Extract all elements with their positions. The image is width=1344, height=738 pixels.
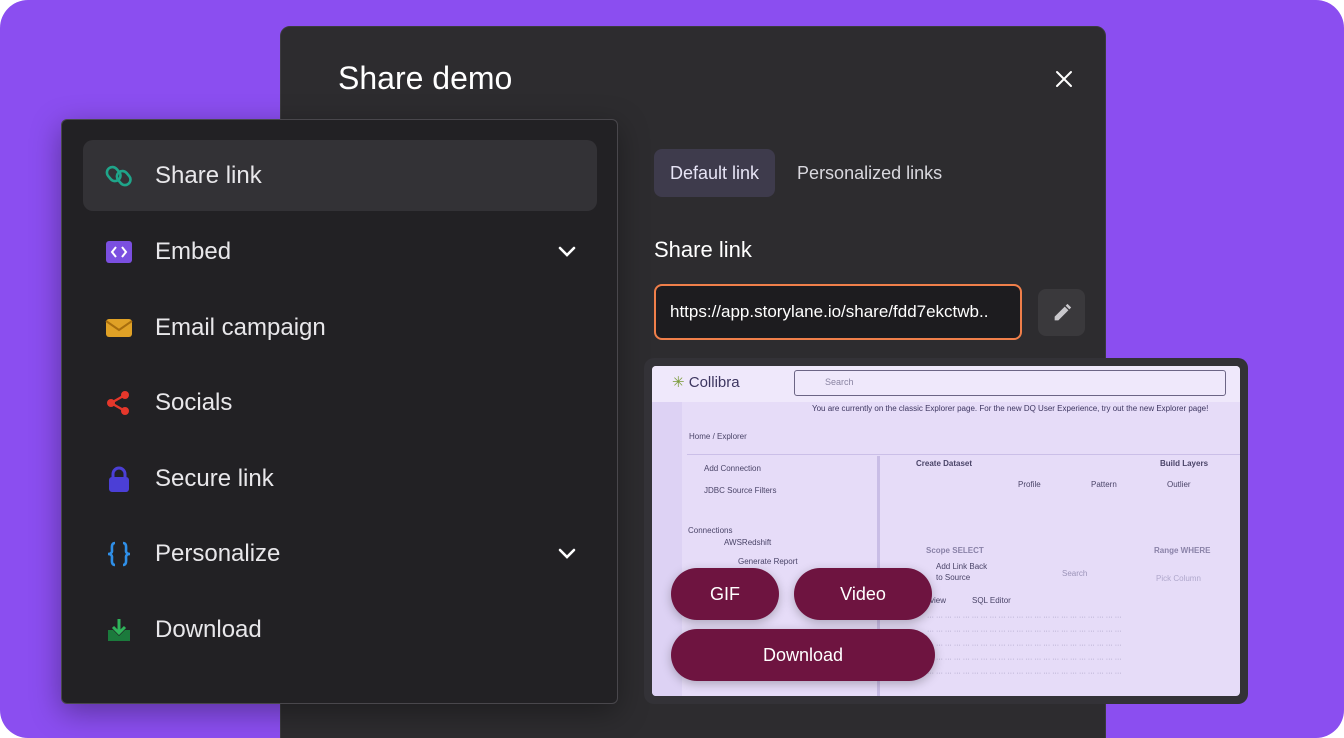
envelope-icon: [105, 314, 133, 342]
download-button[interactable]: Download: [671, 629, 935, 681]
curly-braces-icon: [105, 540, 133, 568]
tab-default-link[interactable]: Default link: [654, 149, 776, 197]
preview-add-link-back: Add Link Back: [936, 562, 988, 571]
edit-link-button[interactable]: [1038, 289, 1085, 336]
menu-item-label: Download: [155, 615, 262, 643]
menu-item-label: Email campaign: [155, 313, 326, 341]
chevron-down-icon[interactable]: [555, 542, 579, 566]
preview-breadcrumb: Home / Explorer: [689, 432, 747, 441]
preview-divider: [687, 454, 1240, 455]
menu-item-email-campaign[interactable]: Email campaign: [83, 292, 597, 363]
preview-table-ghost: ··· ··· ··· ··· ··· ··· ··· ··· ··· ··· …: [927, 642, 1122, 649]
preview-to-source: to Source: [936, 573, 971, 582]
menu-item-socials[interactable]: Socials: [83, 367, 597, 438]
preview-table-ghost: ··· ··· ··· ··· ··· ··· ··· ··· ··· ··· …: [927, 628, 1122, 635]
preview-pick-column: Pick Column: [1156, 574, 1201, 583]
preview-build-layers: Build Layers: [1160, 459, 1209, 468]
preview-create-dataset: Create Dataset: [916, 459, 973, 468]
preview-table-ghost: ··· ··· ··· ··· ··· ··· ··· ··· ··· ··· …: [927, 656, 1122, 663]
preview-connections: Connections: [688, 526, 733, 535]
preview-app-logo: ✳ Collibra: [672, 373, 740, 391]
preview-profile: Profile: [1018, 480, 1041, 489]
embed-code-icon: [105, 238, 133, 266]
menu-item-label: Share link: [155, 161, 262, 189]
modal-title: Share demo: [338, 60, 513, 96]
preview-source-filter: JDBC Source Filters: [704, 486, 777, 495]
preview-table-ghost: ··· ··· ··· ··· ··· ··· ··· ··· ··· ··· …: [927, 670, 1122, 677]
share-options-menu: Share link Embed Email campaign Socials …: [61, 119, 618, 704]
preview-scope: Scope SELECT: [926, 546, 984, 555]
close-icon[interactable]: [1052, 67, 1076, 91]
lock-icon: [105, 465, 133, 493]
preview-outlier: Outlier: [1167, 480, 1191, 489]
preview-aws: AWSRedshift: [724, 538, 772, 547]
share-nodes-icon: [105, 389, 133, 417]
preview-table-ghost: ··· ··· ··· ··· ··· ··· ··· ··· ··· ··· …: [927, 614, 1122, 621]
video-button[interactable]: Video: [794, 568, 932, 620]
tab-personalized-links[interactable]: Personalized links: [781, 149, 958, 197]
preview-sql-editor: SQL Editor: [972, 596, 1011, 605]
preview-view: view: [930, 596, 947, 605]
preview-pattern: Pattern: [1091, 480, 1117, 489]
menu-item-secure-link[interactable]: Secure link: [83, 443, 597, 514]
menu-item-personalize[interactable]: Personalize: [83, 518, 597, 589]
menu-item-label: Secure link: [155, 464, 274, 492]
preview-banner: You are currently on the classic Explore…: [812, 404, 1209, 413]
menu-item-download[interactable]: Download: [83, 594, 597, 665]
preview-range: Range WHERE: [1154, 546, 1211, 555]
preview-search: Search: [794, 370, 1226, 396]
preview-add-connection: Add Connection: [704, 464, 761, 473]
pencil-icon: [1054, 303, 1071, 320]
chevron-down-icon[interactable]: [555, 240, 579, 264]
menu-item-label: Socials: [155, 388, 233, 416]
download-icon: [105, 616, 133, 644]
link-icon: [105, 162, 133, 190]
collibra-logo-icon: ✳: [672, 374, 685, 391]
preview-app-name: Collibra: [688, 374, 740, 391]
share-url-field[interactable]: https://app.storylane.io/share/fdd7ekctw…: [654, 284, 1022, 340]
gif-button[interactable]: GIF: [671, 568, 779, 620]
menu-item-embed[interactable]: Embed: [83, 216, 597, 287]
menu-item-label: Personalize: [155, 539, 281, 567]
link-tabs: Default link Personalized links: [654, 149, 958, 197]
preview-search2: Search: [1062, 569, 1088, 578]
demo-preview: ✳ Collibra Search You are currently on t…: [644, 358, 1248, 704]
share-link-heading: Share link: [654, 237, 752, 262]
preview-generate-report: Generate Report: [738, 557, 798, 566]
menu-item-label: Embed: [155, 237, 232, 265]
menu-item-share-link[interactable]: Share link: [83, 140, 597, 211]
